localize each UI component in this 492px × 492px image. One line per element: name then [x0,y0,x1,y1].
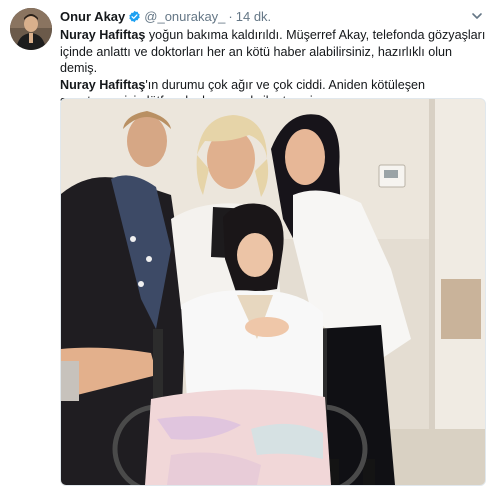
tweet-paragraph-1: Nuray Hafiftaş yoğun bakıma kaldırıldı. … [60,27,486,77]
timestamp[interactable]: 14 dk. [236,9,271,24]
mention-bold: Nuray Hafiftaş [60,28,146,42]
chevron-down-icon[interactable] [470,9,484,23]
separator-dot: · [228,9,233,24]
tweet-photo[interactable] [60,98,486,486]
handle[interactable]: @_onurakay_ [144,9,225,24]
avatar[interactable] [10,8,52,50]
avatar-image [10,8,52,50]
verified-badge-icon [128,10,141,26]
display-name[interactable]: Onur Akay [60,9,125,24]
tweet: Onur Akay @_onurakay_ · 14 dk. Nuray Hafift… [0,0,492,492]
photo-image [61,99,485,485]
tweet-header: Onur Akay @_onurakay_ · 14 dk. [60,9,271,26]
mention-bold: Nuray Hafiftaş [60,77,146,92]
